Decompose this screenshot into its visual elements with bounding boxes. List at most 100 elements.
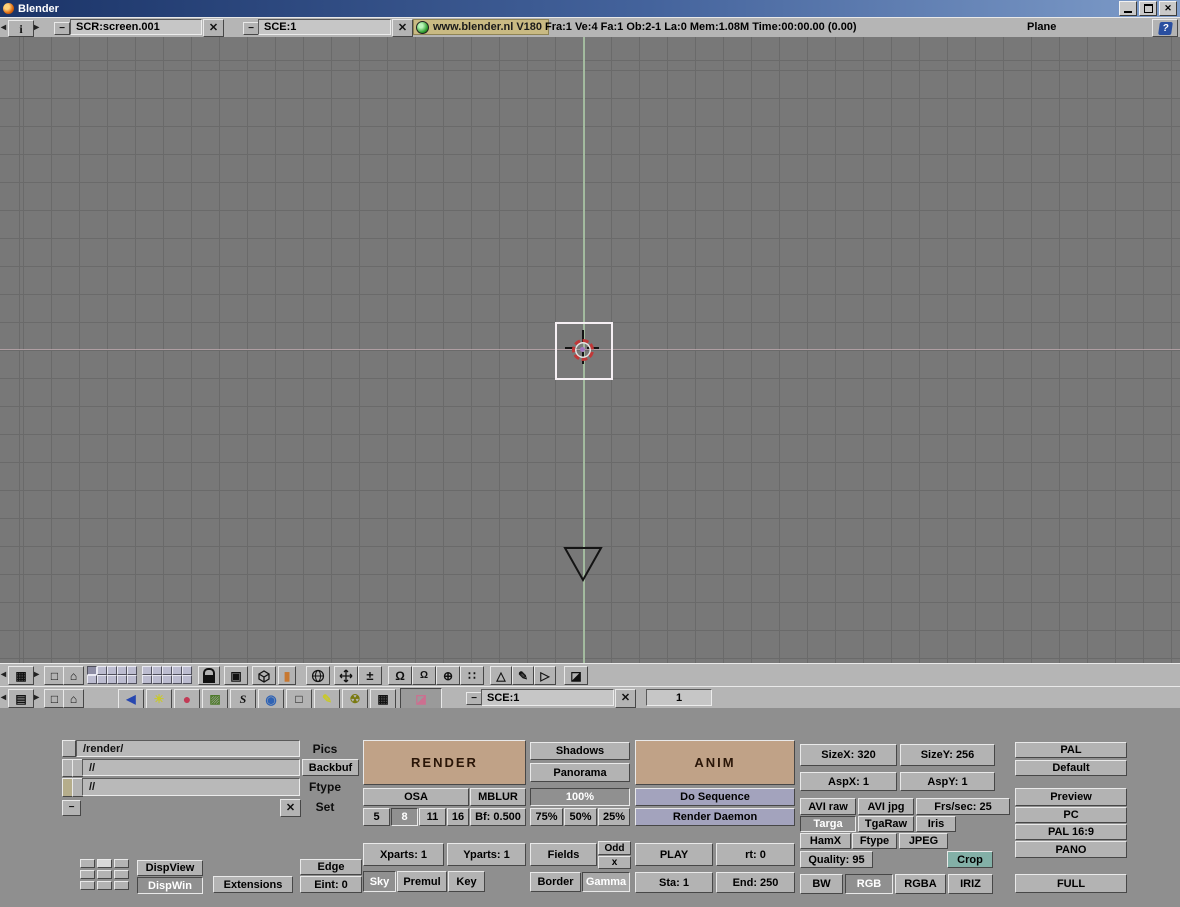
radiosity-buttons-icon[interactable]: ☢ [342, 689, 368, 709]
layer-button[interactable] [182, 666, 192, 675]
globe-icon[interactable] [306, 666, 330, 685]
scene-name-field[interactable]: SCE:1 [258, 19, 391, 35]
rotate-small-icon[interactable]: Ω [412, 666, 436, 685]
translate-icon[interactable] [334, 666, 358, 685]
layer-button[interactable] [87, 675, 97, 684]
plus-minus-icon[interactable]: ± [358, 666, 382, 685]
size-75-toggle[interactable]: 75% [530, 808, 563, 826]
render-button[interactable]: RENDER [363, 740, 526, 785]
backbuf-path-field[interactable]: // [82, 759, 300, 776]
layer-button[interactable] [117, 666, 127, 675]
layer-button[interactable] [127, 675, 137, 684]
layer-button[interactable] [142, 675, 152, 684]
proportional-edit-icon[interactable]: ▷ [534, 666, 556, 685]
render-daemon-toggle[interactable]: Render Daemon [635, 808, 795, 826]
osa-8-button[interactable]: 8 [391, 808, 418, 826]
display-mode-button[interactable] [114, 859, 129, 868]
sun-light-icon[interactable]: ☀ [146, 689, 172, 709]
pano-preset-button[interactable]: PANO [1015, 841, 1127, 858]
center-view-icon[interactable]: ⊕ [436, 666, 460, 685]
pc-preset-button[interactable]: PC [1015, 807, 1127, 823]
title-bar[interactable]: Blender ✕ [0, 0, 1180, 17]
window-edge-arrow[interactable]: ◂ [1, 692, 6, 703]
ftype-toggle[interactable]: Ftype [852, 833, 897, 849]
window-edge-arrow[interactable]: ◂ [1, 669, 6, 680]
gamma-toggle[interactable]: Gamma [582, 872, 630, 892]
lamp-buttons-icon[interactable]: ◀ [118, 689, 144, 709]
iris-toggle[interactable]: Iris [916, 816, 956, 832]
do-sequence-toggle[interactable]: Do Sequence [635, 788, 795, 806]
lock-layers-icon[interactable] [198, 666, 220, 685]
pal169-preset-button[interactable]: PAL 16:9 [1015, 824, 1127, 840]
help-button[interactable]: ? [1152, 19, 1178, 37]
iriz-toggle[interactable]: IRIZ [948, 874, 993, 894]
material-buttons-icon[interactable]: ● [174, 689, 200, 709]
sizex-field[interactable]: SizeX: 320 [800, 744, 897, 766]
shadows-toggle[interactable]: Shadows [530, 742, 630, 760]
fields-toggle[interactable]: Fields [530, 843, 597, 866]
screen-menu-collapse-button[interactable]: − [54, 22, 70, 35]
home-view-icon[interactable]: ⌂ [63, 689, 84, 708]
layer-button[interactable] [87, 666, 97, 675]
render-buttons-icon[interactable]: ◪ [400, 688, 442, 710]
crop-toggle[interactable]: Crop [947, 851, 993, 868]
pencil-icon[interactable]: ✎ [512, 666, 534, 685]
restore-button[interactable] [1139, 1, 1157, 16]
screen-name-field[interactable]: SCR:screen.001 [70, 19, 202, 35]
current-frame-field[interactable]: 1 [646, 689, 712, 706]
pics-path-field[interactable]: /render/ [76, 740, 300, 757]
layer-button[interactable] [172, 666, 182, 675]
layer-buttons[interactable] [142, 666, 192, 684]
minimize-button[interactable] [1119, 1, 1137, 16]
window-type-button[interactable]: ▤ [8, 689, 34, 708]
quality-field[interactable]: Quality: 95 [800, 851, 873, 868]
full-preset-button[interactable]: FULL [1015, 874, 1127, 893]
scene-menu-collapse-button[interactable]: − [243, 22, 259, 35]
blur-factor-field[interactable]: Bf: 0.500 [470, 808, 526, 826]
aspx-field[interactable]: AspX: 1 [800, 772, 897, 791]
layer-button[interactable] [127, 666, 137, 675]
avi-raw-toggle[interactable]: AVI raw [800, 798, 856, 815]
paint-buttons-icon[interactable]: ✎ [314, 689, 340, 709]
osa-toggle[interactable]: OSA [363, 788, 469, 806]
window-edge-arrow[interactable]: ▸ [34, 692, 39, 703]
edit-buttons-icon[interactable]: □ [286, 689, 312, 709]
layer-button[interactable] [97, 666, 107, 675]
close-button[interactable]: ✕ [1159, 1, 1177, 16]
osa-16-button[interactable]: 16 [447, 808, 469, 826]
window-edge-arrow[interactable]: ▸ [34, 22, 39, 33]
world-buttons-icon[interactable]: ◉ [258, 689, 284, 709]
scene-delete-button[interactable]: ✕ [615, 689, 636, 708]
window-edge-arrow[interactable]: ◂ [1, 22, 6, 33]
fullscreen-icon[interactable]: □ [44, 689, 65, 708]
edge-toggle[interactable]: Edge [300, 859, 362, 875]
layer-button[interactable] [182, 675, 192, 684]
size-25-toggle[interactable]: 25% [598, 808, 630, 826]
rgb-toggle[interactable]: RGB [845, 874, 893, 894]
fields-x-toggle[interactable]: x [598, 856, 631, 869]
vertex-dots-icon[interactable]: ∷ [460, 666, 484, 685]
local-view-icon[interactable]: ▣ [224, 666, 248, 685]
render-preview-icon[interactable]: ◪ [564, 666, 588, 685]
scene-menu-collapse-button[interactable]: − [466, 692, 482, 705]
border-toggle[interactable]: Border [530, 872, 581, 892]
display-mode-button[interactable] [80, 881, 95, 890]
avi-jpg-toggle[interactable]: AVI jpg [858, 798, 914, 815]
script-buttons-icon[interactable]: ▦ [370, 689, 396, 709]
hamx-toggle[interactable]: HamX [800, 833, 851, 849]
panorama-toggle[interactable]: Panorama [530, 763, 630, 782]
backbuf-toggle[interactable]: Backbuf [302, 759, 359, 776]
rotate-view-icon[interactable]: Ω [388, 666, 412, 685]
scene-name-field[interactable]: SCE:1 [481, 689, 614, 706]
draw-mode-cube-icon[interactable] [252, 666, 276, 685]
play-button[interactable]: PLAY [635, 843, 713, 866]
camera-object[interactable] [562, 545, 604, 583]
screen-delete-button[interactable]: ✕ [203, 19, 224, 37]
ftype-path-field[interactable]: // [82, 778, 300, 796]
tgaraw-toggle[interactable]: TgaRaw [858, 816, 914, 832]
jpeg-toggle[interactable]: JPEG [899, 833, 948, 849]
layer-button[interactable] [117, 675, 127, 684]
layer-button[interactable] [162, 675, 172, 684]
targa-toggle[interactable]: Targa [800, 816, 856, 832]
mblur-toggle[interactable]: MBLUR [470, 788, 526, 806]
